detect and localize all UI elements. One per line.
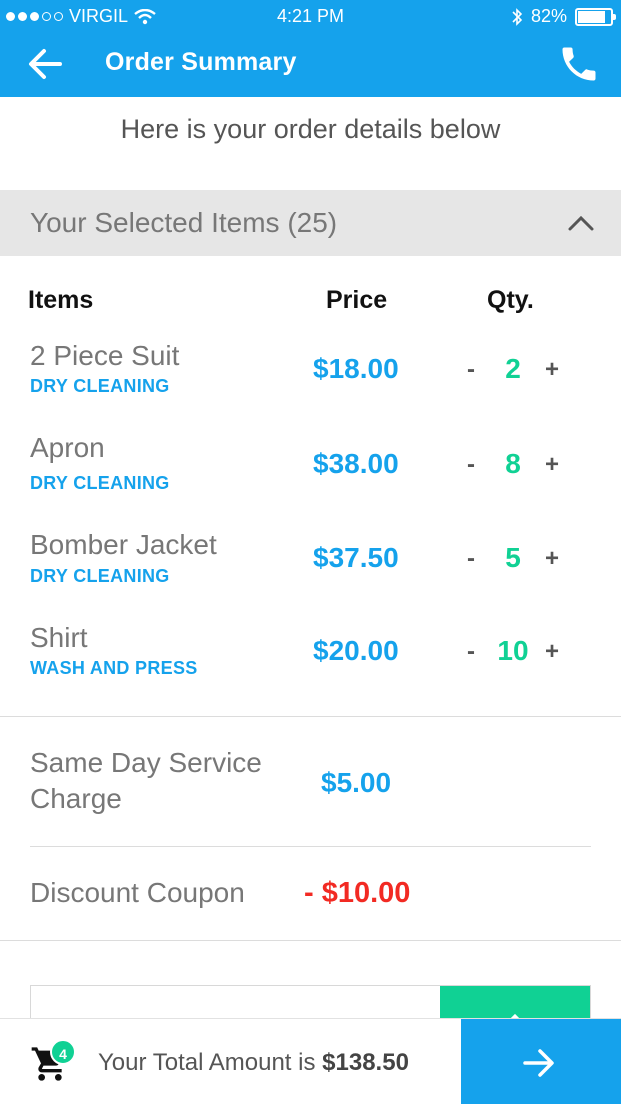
item-price: $37.50 <box>313 542 399 573</box>
column-qty: Qty. <box>487 286 534 314</box>
column-items: Items <box>28 286 94 314</box>
item-price: $20.00 <box>313 635 399 666</box>
discount-value: - $10.00 <box>304 877 411 909</box>
qty-value: 10 <box>497 635 529 666</box>
divider <box>0 716 621 717</box>
item-name: 2 Piece Suit <box>30 340 180 371</box>
qty-decrease-button[interactable]: - <box>467 545 475 573</box>
cart-count-badge: 4 <box>50 1039 76 1065</box>
qty-increase-button[interactable]: + <box>545 356 559 384</box>
qty-value: 8 <box>505 448 521 479</box>
selected-items-label: Your Selected Items (25) <box>30 207 338 238</box>
chevron-up-icon <box>568 215 594 231</box>
service-charge-label: Same Day Service Charge <box>30 747 262 814</box>
item-name: Apron <box>30 432 105 463</box>
total-amount: $138.50 <box>322 1049 409 1076</box>
selected-items-toggle[interactable]: Your Selected Items (25) <box>0 190 621 256</box>
item-price: $18.00 <box>313 353 399 384</box>
qty-increase-button[interactable]: + <box>545 638 559 666</box>
arrow-left-icon <box>29 49 62 79</box>
app-header: VIRGIL 4:21 PM 82% Order Summary <box>0 0 621 97</box>
qty-increase-button[interactable]: + <box>545 451 559 479</box>
total-label: Your Total Amount is $138.50 <box>98 1049 409 1076</box>
qty-value: 5 <box>505 542 521 573</box>
qty-value: 2 <box>505 353 521 384</box>
proceed-button[interactable] <box>461 1019 621 1104</box>
item-price: $38.00 <box>313 448 399 479</box>
qty-decrease-button[interactable]: - <box>467 356 475 384</box>
item-name: Shirt <box>30 622 88 653</box>
item-category: DRY CLEANING <box>30 566 170 586</box>
item-category: DRY CLEANING <box>30 376 170 396</box>
battery-icon <box>575 7 616 26</box>
status-bar: VIRGIL 4:21 PM 82% <box>0 0 621 32</box>
phone-icon <box>562 47 596 81</box>
divider <box>0 940 621 941</box>
item-category: WASH AND PRESS <box>30 658 198 678</box>
total-bar: 4 Your Total Amount is $138.50 <box>0 1018 621 1104</box>
column-price: Price <box>326 286 388 314</box>
service-charge-value: $5.00 <box>321 767 392 798</box>
item-category: DRY CLEANING <box>30 473 170 493</box>
qty-decrease-button[interactable]: - <box>467 451 475 479</box>
qty-increase-button[interactable]: + <box>545 545 559 573</box>
discount-label: Discount Coupon <box>30 877 245 908</box>
qty-decrease-button[interactable]: - <box>467 638 475 666</box>
arrow-right-icon <box>523 1049 554 1077</box>
bluetooth-icon <box>512 7 523 26</box>
back-button[interactable] <box>22 40 70 88</box>
page-title: Order Summary <box>105 48 297 76</box>
divider <box>30 846 591 847</box>
item-name: Bomber Jacket <box>30 529 217 560</box>
battery-percent: 82% <box>530 6 567 26</box>
call-button[interactable] <box>557 42 601 86</box>
intro-text: Here is your order details below <box>120 114 501 144</box>
